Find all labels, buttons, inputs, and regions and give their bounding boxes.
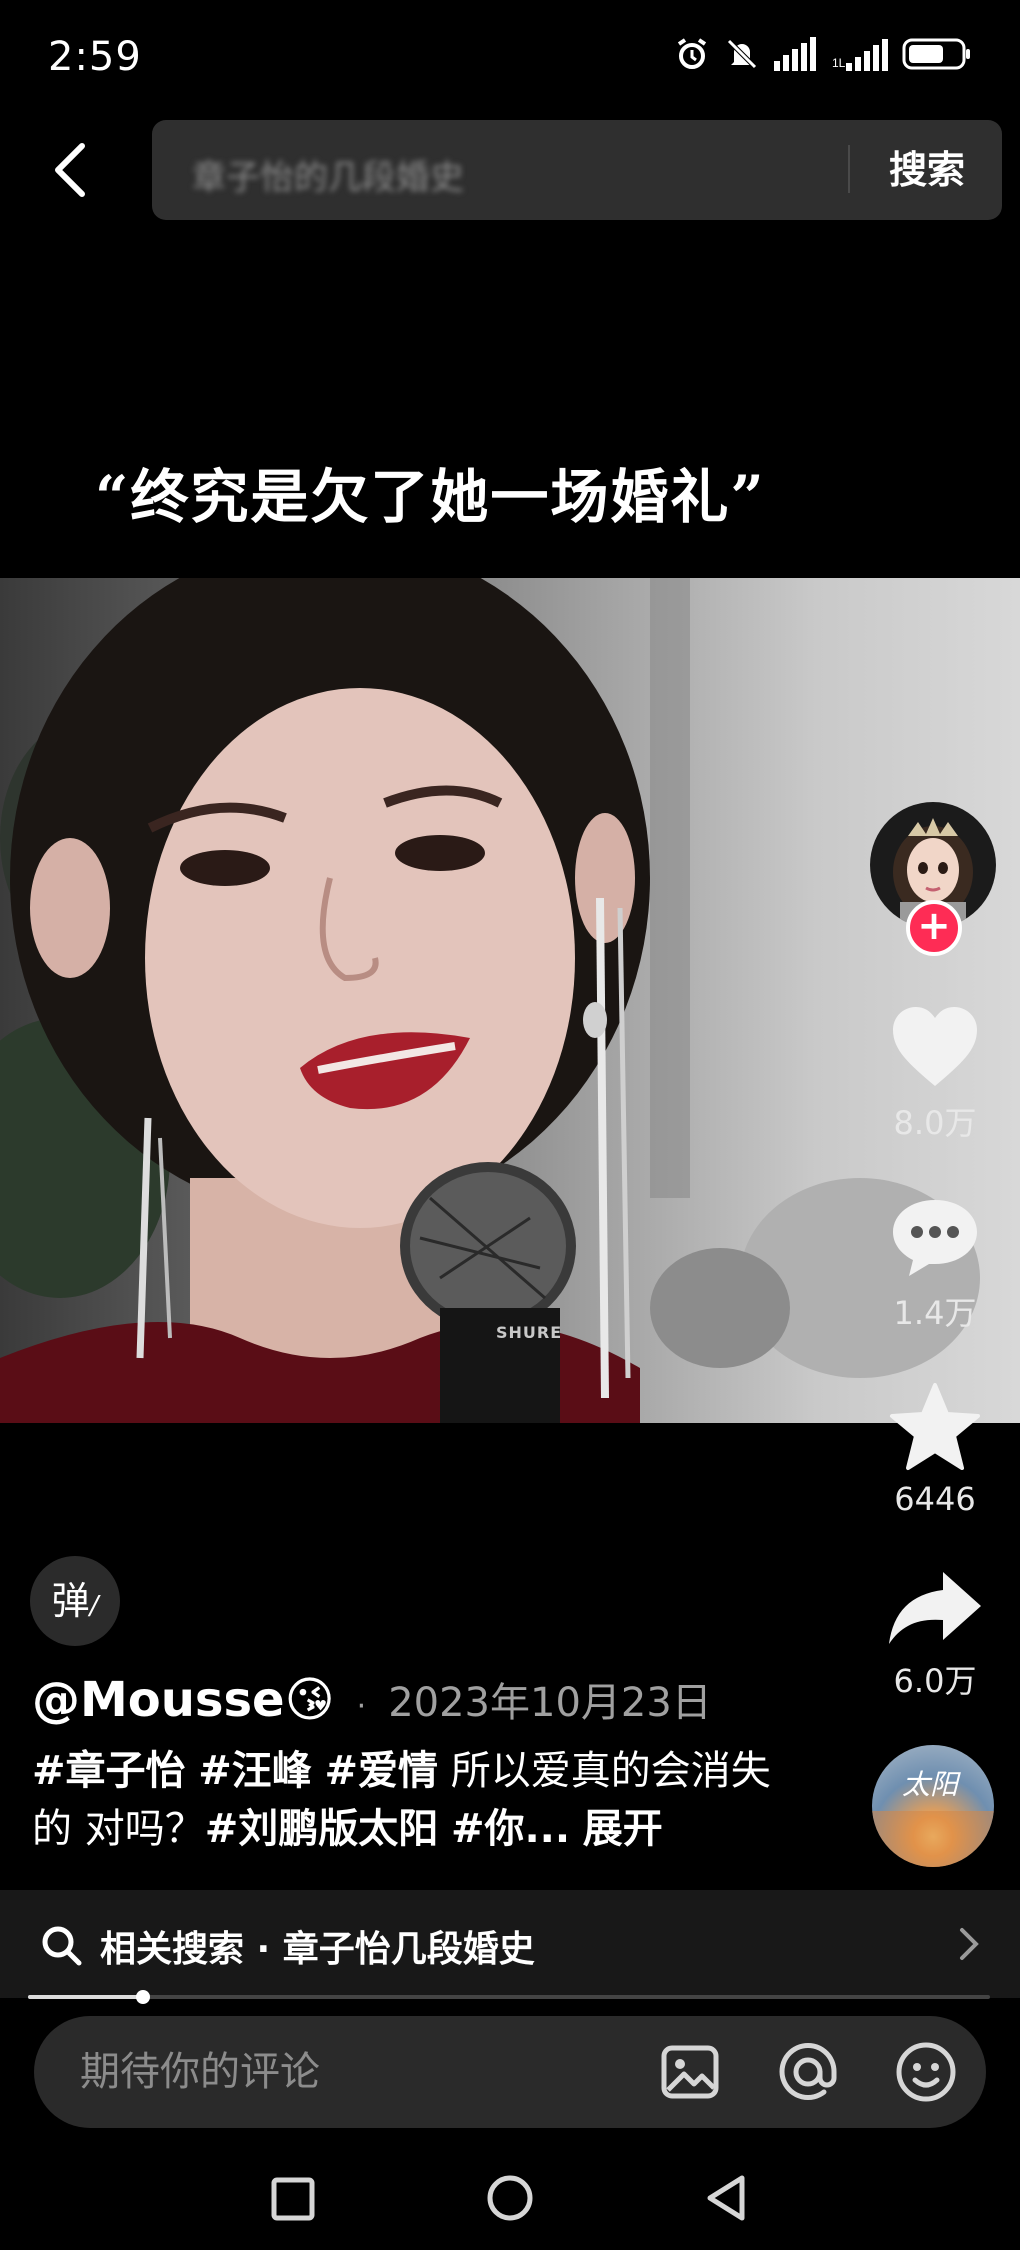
follow-button[interactable]: + [906,900,962,956]
hashtag[interactable]: #章子怡 [32,1748,186,1794]
search-icon [42,1926,82,1966]
emoji-icon [896,2042,956,2102]
image-icon [661,2045,719,2099]
at-icon [779,2043,837,2100]
related-search-label: 相关搜索 · 章子怡几段婚史 [100,1929,535,1970]
related-search-bar[interactable]: 相关搜索 · 章子怡几段婚史 [0,1890,1020,1998]
video-image [0,578,980,1423]
mute-icon [724,36,760,76]
back-button[interactable] [40,130,100,210]
svg-text:1L: 1L [832,56,846,70]
search-input[interactable]: 章子怡的几段婚史 [192,150,842,198]
status-bar: 2:59 1L [0,0,1020,120]
hashtag[interactable]: #爱情 [324,1748,438,1794]
video-frame[interactable]: SHURE [0,578,1020,1423]
post-description: #章子怡 #汪峰 #爱情 所以爱真的会消失的 对吗？#刘鹏版太阳 #你... 展… [32,1742,792,1858]
like-button[interactable]: 8.0万 [870,1004,1000,1144]
progress-fill [28,1995,144,1999]
comment-icon [893,1200,977,1276]
comment-input[interactable]: 期待你的评论 [80,2046,600,2098]
chevron-right-icon [960,1928,979,1960]
progress-knob[interactable] [136,1990,151,2004]
search-divider [848,145,850,193]
like-count: 8.0万 [893,1104,977,1142]
hashtag[interactable]: #汪峰 [198,1748,312,1794]
favorite-button[interactable]: 6446 [870,1382,1000,1518]
comment-button[interactable]: 1.4万 [870,1194,1000,1334]
signal-2-icon: 1L [832,37,888,75]
emoji-button[interactable] [894,2040,958,2104]
status-time: 2:59 [48,34,142,80]
hashtag[interactable]: #刘鹏版太阳 [205,1806,439,1852]
music-disc[interactable]: 太阳 [872,1745,994,1867]
chevron-left-icon [55,143,85,197]
date-separator: · [356,1689,367,1724]
author-name[interactable]: @Mousse😘 [32,1672,335,1728]
recents-icon[interactable] [270,2176,316,2222]
battery-icon [902,37,972,75]
danmu-label: 弹 [51,1579,90,1623]
disc-label: 太阳 [902,1768,959,1801]
search-button[interactable]: 搜索 [862,140,992,200]
back-nav-icon[interactable] [704,2174,748,2222]
favorite-count: 6446 [894,1480,976,1518]
mic-brand-label: SHURE [496,1323,563,1342]
status-icons: 1L [674,36,972,76]
share-count: 6.0万 [893,1662,977,1700]
hashtag[interactable]: #你... [451,1806,570,1852]
image-button[interactable] [658,2040,722,2104]
heart-icon [893,1007,977,1086]
video-caption: “终究是欠了她一场婚礼” [95,463,766,531]
expand-button[interactable]: 展开 [583,1806,663,1852]
progress-track[interactable] [28,1995,990,1999]
author-row: @Mousse😘 · 2023年10月23日 [32,1670,712,1728]
plus-icon: + [917,903,951,949]
signal-icon [774,37,818,75]
post-date: 2023年10月23日 [388,1680,712,1726]
share-icon [889,1572,981,1644]
system-nav-bar [0,2150,1020,2250]
star-icon [890,1383,980,1470]
comment-count: 1.4万 [893,1294,977,1332]
mention-button[interactable] [776,2040,840,2104]
share-button[interactable]: 6.0万 [870,1568,1000,1702]
alarm-icon [674,36,710,76]
disc-sea [872,1811,994,1867]
home-icon[interactable] [486,2174,534,2222]
danmu-button[interactable]: 弹/ [30,1556,120,1646]
